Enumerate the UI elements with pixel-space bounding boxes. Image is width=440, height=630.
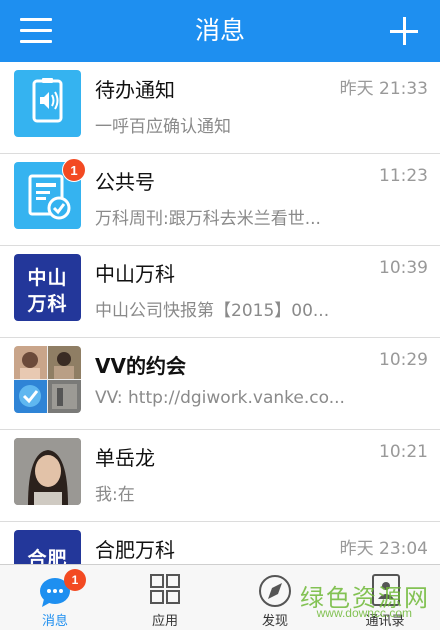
chat-time: 10:29 — [379, 350, 428, 370]
tab-label: 消息 — [41, 614, 68, 629]
zhongshan-vanke-logo: 中山 万科 — [14, 254, 81, 321]
chat-preview: VV: http://dgiwork.vanke.co... — [95, 388, 345, 408]
chat-time: 11:23 — [379, 166, 428, 186]
chat-name: 待办通知 — [95, 78, 175, 102]
page-title: 消息 — [194, 16, 245, 45]
chat-time: 昨天 23:04 — [339, 539, 428, 559]
chat-time: 10:39 — [379, 258, 428, 278]
unread-badge: 1 — [62, 158, 86, 182]
chat-row-vv-date[interactable]: VV的约会 10:29 VV: http://dgiwork.vanke.co.… — [0, 338, 440, 430]
hefei-vanke-logo: 合肥 — [14, 530, 81, 564]
tab-contacts[interactable]: 通讯录 — [330, 565, 440, 630]
tab-discover[interactable]: 发现 — [220, 565, 330, 630]
logo-text-line: 中山 — [27, 267, 68, 289]
logo-text-line: 合肥 — [27, 548, 68, 564]
chat-name: 中山万科 — [95, 262, 175, 286]
chat-preview: 我:在 — [95, 485, 135, 505]
chat-row-public-account[interactable]: 1 公共号 11:23 万科周刊:跟万科去米兰看世... — [0, 154, 440, 246]
compass-icon — [259, 575, 291, 607]
chat-preview: 中山公司快报第【2015】00... — [95, 301, 330, 321]
chat-name: 合肥万科 — [95, 538, 175, 562]
chat-row-zhongshan-vanke[interactable]: 中山 万科 中山万科 10:39 中山公司快报第【2015】00... — [0, 246, 440, 338]
tab-label: 应用 — [151, 614, 178, 629]
group-avatar-collage — [14, 346, 81, 413]
chat-name: 单岳龙 — [95, 446, 155, 470]
chat-row-todo-notice[interactable]: 待办通知 昨天 21:33 一呼百应确认通知 — [0, 62, 440, 154]
bottom-tab-bar: 1 消息 应用 发现 通讯录 — [0, 564, 440, 630]
chat-name: VV的约会 — [95, 354, 186, 378]
contact-avatar — [14, 438, 81, 505]
grid-icon — [150, 574, 180, 604]
chat-time: 昨天 21:33 — [339, 79, 428, 99]
logo-text-line: 万科 — [27, 293, 68, 315]
chat-row-shan-yuelong[interactable]: 单岳龙 10:21 我:在 — [0, 430, 440, 522]
tab-messages[interactable]: 1 消息 — [0, 565, 110, 630]
tab-unread-badge: 1 — [64, 569, 86, 591]
tab-label: 通讯录 — [365, 614, 405, 629]
tab-label: 发现 — [261, 614, 288, 629]
chat-row-hefei-vanke[interactable]: 合肥 合肥万科 昨天 23:04 — [0, 522, 440, 564]
chat-preview: 万科周刊:跟万科去米兰看世... — [95, 209, 321, 229]
group-avatar-image — [14, 346, 81, 413]
add-icon[interactable] — [390, 17, 418, 45]
chat-name: 公共号 — [95, 170, 155, 194]
todo-notice-avatar — [14, 70, 81, 137]
chat-bubble-icon — [40, 578, 70, 607]
chat-preview: 一呼百应确认通知 — [95, 117, 231, 137]
top-bar: 消息 — [0, 0, 440, 62]
contacts-book-icon — [372, 574, 400, 606]
speaker-badge-icon — [32, 78, 63, 123]
chat-time: 10:21 — [379, 442, 428, 462]
tab-apps[interactable]: 应用 — [110, 565, 220, 630]
person-photo — [14, 438, 81, 505]
chat-list: 待办通知 昨天 21:33 一呼百应确认通知 1 公共号 11:23 万科周刊:… — [0, 62, 440, 564]
